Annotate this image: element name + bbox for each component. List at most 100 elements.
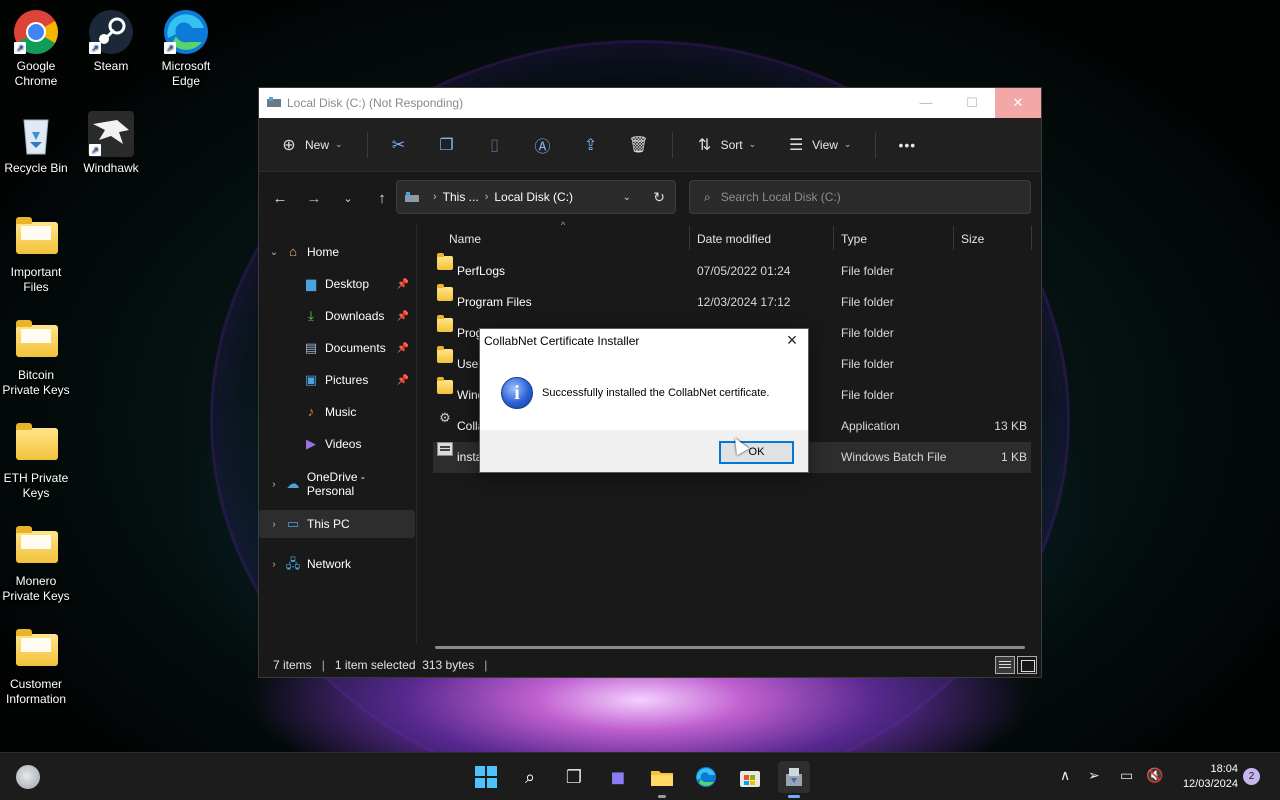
- desktop-icon-recycle-bin[interactable]: Recycle Bin: [0, 110, 74, 176]
- desktop-icon-eth-private-keys[interactable]: ETH Private Keys: [0, 420, 74, 501]
- desktop-icon-monero-private-keys[interactable]: Monero Private Keys: [0, 523, 74, 604]
- sort-button[interactable]: ⇅ Sort ⌄: [689, 129, 763, 161]
- active-indicator: [788, 795, 800, 798]
- folder-icon: [437, 346, 453, 363]
- column-header-size[interactable]: Size: [961, 224, 984, 254]
- pane-divider[interactable]: [416, 224, 417, 644]
- desktop-icon-google-chrome[interactable]: ↗ Google Chrome: [0, 8, 74, 89]
- installer-dialog[interactable]: CollabNet Certificate Installer × i Succ…: [479, 328, 809, 473]
- edge-icon[interactable]: [690, 761, 722, 793]
- store-icon[interactable]: [734, 761, 766, 793]
- delete-icon[interactable]: 🗑: [624, 135, 654, 155]
- sidebar-item-this-pc[interactable]: › ▭ This PC: [259, 510, 415, 538]
- recent-locations-icon[interactable]: ⌄: [333, 192, 363, 205]
- refresh-icon[interactable]: ↻: [653, 189, 665, 206]
- desktop-icon-bitcoin-private-keys[interactable]: Bitcoin Private Keys: [0, 317, 74, 398]
- task-view-icon[interactable]: ❐: [558, 761, 590, 793]
- installer-app-icon[interactable]: [778, 761, 810, 798]
- sidebar-item-downloads[interactable]: ⤓ Downloads 📌: [259, 302, 415, 330]
- sort-ascending-icon: ^: [561, 220, 566, 230]
- share-icon[interactable]: ⇪: [576, 135, 606, 155]
- search-input[interactable]: ⌕ Search Local Disk (C:): [689, 180, 1031, 214]
- expand-chevron-icon[interactable]: ›: [267, 479, 281, 490]
- tiles-view-icon[interactable]: [1017, 656, 1037, 674]
- pictures-icon: ▣: [304, 372, 318, 387]
- desktop-icon-customer-information[interactable]: Customer Information: [0, 626, 74, 707]
- sidebar-item-videos[interactable]: ▶ Videos: [259, 430, 415, 458]
- table-row[interactable]: Program Files 12/03/2024 17:12 File fold…: [433, 284, 1031, 318]
- application-icon: ⚙: [439, 410, 451, 425]
- clock-date: 12/03/2024: [1182, 778, 1238, 790]
- desktop-icon-important-files[interactable]: Important Files: [0, 214, 74, 295]
- details-view-icon[interactable]: [995, 656, 1015, 674]
- address-bar[interactable]: › This ... › Local Disk (C:) ⌄ ↻: [396, 180, 676, 214]
- dialog-title: CollabNet Certificate Installer: [484, 334, 640, 348]
- sidebar-item-music[interactable]: ♪ Music: [259, 398, 415, 426]
- expand-chevron-icon[interactable]: ⌄: [267, 247, 281, 258]
- column-header-date[interactable]: Date modified: [697, 224, 771, 254]
- column-header-name[interactable]: Name: [449, 224, 481, 254]
- back-arrow-icon[interactable]: ←: [265, 190, 295, 207]
- sidebar-item-home[interactable]: ⌄ ⌂ Home: [259, 238, 415, 266]
- edge-icon: ↗: [162, 8, 210, 56]
- shortcut-arrow-icon: ↗: [89, 144, 101, 156]
- cloud-icon: ☁: [286, 476, 300, 491]
- up-arrow-icon[interactable]: ↑: [367, 190, 397, 207]
- file-size: 1 KB: [1000, 450, 1027, 464]
- chat-icon[interactable]: ◼: [602, 761, 634, 793]
- paste-icon[interactable]: ▯: [480, 135, 510, 155]
- close-button[interactable]: ✕: [995, 88, 1041, 118]
- notification-badge[interactable]: 2: [1243, 768, 1260, 785]
- column-header-type[interactable]: Type: [841, 224, 867, 254]
- more-options-button[interactable]: •••: [892, 129, 922, 161]
- chevron-down-icon[interactable]: ⌄: [623, 192, 631, 203]
- minimize-button[interactable]: —: [903, 88, 949, 118]
- expand-chevron-icon[interactable]: ›: [267, 559, 281, 570]
- close-icon[interactable]: ×: [782, 330, 802, 351]
- dialog-footer: OK: [480, 430, 808, 472]
- system-clock[interactable]: 18:04 12/03/2024: [1168, 762, 1238, 792]
- sidebar-item-documents[interactable]: ▤ Documents 📌: [259, 334, 415, 362]
- sidebar-item-network[interactable]: › 🖧 Network: [259, 550, 415, 578]
- chevron-up-icon[interactable]: ∧: [1060, 767, 1070, 784]
- maximize-button[interactable]: ☐: [949, 88, 995, 118]
- desktop-icon-steam[interactable]: ↗ Steam: [73, 8, 149, 74]
- pin-icon: 📌: [396, 310, 409, 322]
- folder-icon: [437, 315, 453, 332]
- column-divider[interactable]: [1031, 226, 1032, 250]
- new-button[interactable]: ⊕ New ⌄: [273, 129, 349, 161]
- breadcrumb-this-pc[interactable]: This ...: [443, 190, 479, 204]
- column-divider[interactable]: [833, 226, 834, 250]
- sidebar-item-desktop[interactable]: ▆ Desktop 📌: [259, 270, 415, 298]
- file-date: 07/05/2022 01:24: [697, 264, 791, 278]
- copy-icon[interactable]: ❐: [432, 135, 462, 155]
- table-row[interactable]: PerfLogs 07/05/2022 01:24 File folder: [433, 253, 1031, 287]
- sidebar-item-label: Videos: [325, 437, 362, 451]
- taskbar: ⌕ ❐ ◼ ∧ ➢ ▭ 🔇 18:04 12/03/2024 2: [0, 752, 1280, 800]
- expand-chevron-icon[interactable]: ›: [267, 519, 281, 530]
- title-bar[interactable]: Local Disk (C:) (Not Responding) — ☐ ✕: [259, 88, 1041, 118]
- volume-muted-icon[interactable]: 🔇: [1146, 767, 1163, 784]
- file-explorer-icon[interactable]: [646, 761, 678, 798]
- rename-icon[interactable]: Ⓐ: [528, 133, 558, 157]
- breadcrumb-local-disk[interactable]: Local Disk (C:): [494, 190, 573, 204]
- start-button[interactable]: [470, 761, 502, 793]
- desktop-icon-microsoft-edge[interactable]: ↗ Microsoft Edge: [148, 8, 224, 89]
- sidebar-item-pictures[interactable]: ▣ Pictures 📌: [259, 366, 415, 394]
- running-indicator: [658, 795, 666, 798]
- column-divider[interactable]: [689, 226, 690, 250]
- file-name: PerfLogs: [457, 264, 506, 278]
- view-button[interactable]: ☰ View ⌄: [780, 129, 857, 161]
- horizontal-scrollbar[interactable]: [435, 646, 1025, 649]
- column-divider[interactable]: [953, 226, 954, 250]
- desktop-icon-label: ETH Private Keys: [3, 471, 69, 500]
- sidebar-item-onedrive[interactable]: › ☁ OneDrive - Personal: [259, 470, 415, 498]
- weather-icon[interactable]: [16, 765, 40, 789]
- search-icon[interactable]: ⌕: [514, 761, 546, 793]
- network-icon[interactable]: ▭: [1120, 767, 1133, 784]
- forward-arrow-icon[interactable]: →: [299, 190, 329, 207]
- desktop-icon-label: Recycle Bin: [4, 161, 68, 175]
- location-icon[interactable]: ➢: [1088, 767, 1100, 784]
- desktop-icon-windhawk[interactable]: ↗ Windhawk: [73, 110, 149, 176]
- cut-icon[interactable]: ✂: [384, 135, 414, 155]
